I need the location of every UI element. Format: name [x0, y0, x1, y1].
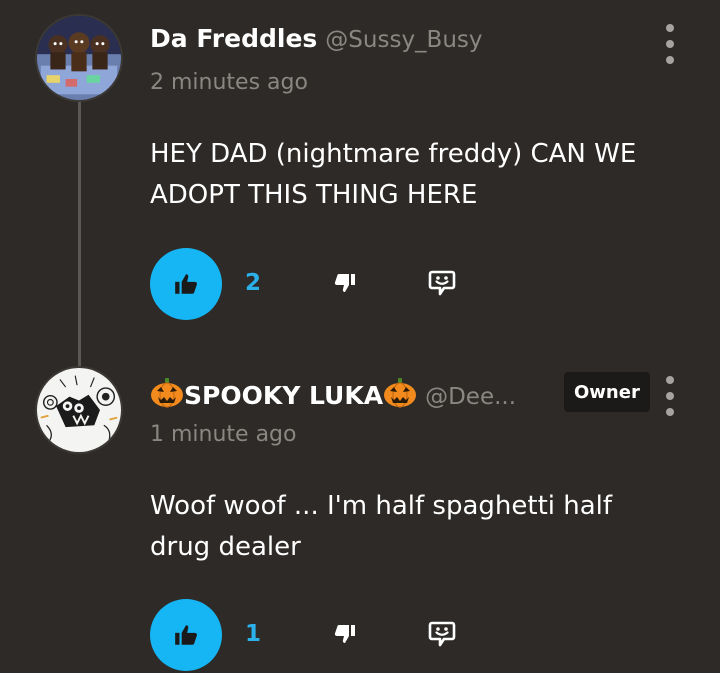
display-name[interactable]: Da Freddles — [150, 24, 317, 53]
kebab-menu-icon[interactable] — [660, 376, 680, 416]
jack-o-lantern-icon — [150, 376, 184, 412]
like-count: 1 — [245, 621, 262, 647]
comment-body-line: ADOPT THIS THING HERE — [150, 180, 478, 210]
comment-header: SPOOKY LUKA @Dee... — [150, 376, 516, 412]
comment-body-line: drug dealer — [150, 532, 301, 562]
comment-header: Da Freddles @Sussy_Busy — [150, 24, 483, 53]
jack-o-lantern-icon — [383, 376, 417, 412]
user-handle[interactable]: @Dee... — [425, 384, 516, 410]
thumbs-up-icon — [175, 625, 197, 645]
reply-bubble-icon — [428, 621, 456, 647]
dislike-button[interactable] — [325, 263, 365, 303]
fnaf-animatronics-avatar-image — [37, 16, 121, 100]
comment-body-line: HEY DAD (nightmare freddy) CAN WE — [150, 139, 637, 169]
thumbs-down-icon — [334, 274, 355, 292]
timestamp: 1 minute ago — [150, 422, 297, 447]
avatar[interactable] — [35, 366, 123, 454]
owner-badge: Owner — [564, 372, 650, 412]
thumbs-down-icon — [334, 625, 355, 643]
display-name[interactable]: SPOOKY LUKA — [184, 381, 383, 410]
reply-button[interactable] — [422, 263, 462, 303]
thread-connector-line — [78, 100, 81, 366]
kebab-menu-icon[interactable] — [660, 24, 680, 64]
avatar[interactable] — [35, 14, 123, 102]
sketch-monster-avatar-image — [37, 368, 121, 452]
reply-bubble-icon — [428, 270, 456, 296]
comment-body: HEY DAD (nightmare freddy) CAN WE ADOPT … — [150, 134, 690, 216]
like-button[interactable] — [150, 599, 222, 671]
dislike-button[interactable] — [325, 614, 365, 654]
comment-body: Woof woof ... I'm half spaghetti half dr… — [150, 486, 690, 568]
thumbs-up-icon — [175, 274, 197, 294]
timestamp: 2 minutes ago — [150, 70, 308, 95]
user-handle[interactable]: @Sussy_Busy — [325, 27, 482, 53]
like-button[interactable] — [150, 248, 222, 320]
comment-body-line: Woof woof ... I'm half spaghetti half — [150, 491, 613, 521]
reply-button[interactable] — [422, 614, 462, 654]
like-count: 2 — [245, 270, 262, 296]
